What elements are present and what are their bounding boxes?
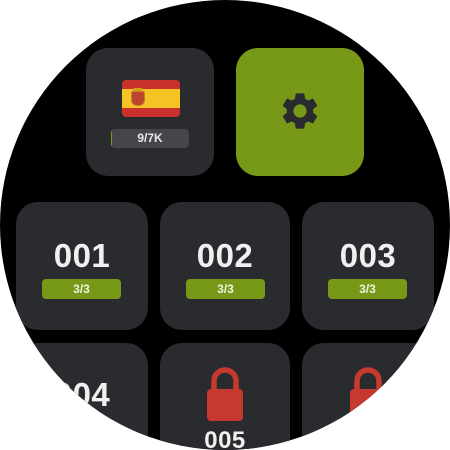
lock-icon [350, 367, 386, 421]
level-number: 003 [339, 237, 397, 274]
word-progress-bar: 9/7K [111, 129, 189, 148]
level-tile-005[interactable]: 005 [160, 343, 290, 450]
level-tile-002[interactable]: 002 3/3 [160, 202, 290, 330]
level-tile-004[interactable]: 004 [16, 343, 148, 450]
language-tile[interactable]: 9/7K [86, 48, 214, 176]
level-progress: 3/3 [328, 279, 407, 299]
level-number: 004 [53, 376, 111, 413]
level-tile-003[interactable]: 003 3/3 [302, 202, 434, 330]
word-progress-label: 9/7K [137, 131, 163, 145]
level-tile-006[interactable] [302, 343, 434, 450]
settings-button[interactable] [236, 48, 364, 176]
spain-flag-icon [122, 80, 180, 117]
level-number: 001 [53, 237, 111, 274]
level-number: 005 [204, 427, 246, 450]
gear-icon [282, 93, 318, 129]
lock-icon [207, 367, 243, 421]
level-progress: 3/3 [186, 279, 265, 299]
level-progress: 3/3 [42, 279, 121, 299]
level-number: 002 [196, 237, 254, 274]
level-tile-001[interactable]: 001 3/3 [16, 202, 148, 330]
watch-screen: 9/7K 001 3/3 002 3/3 003 3/3 004 005 [0, 0, 450, 450]
